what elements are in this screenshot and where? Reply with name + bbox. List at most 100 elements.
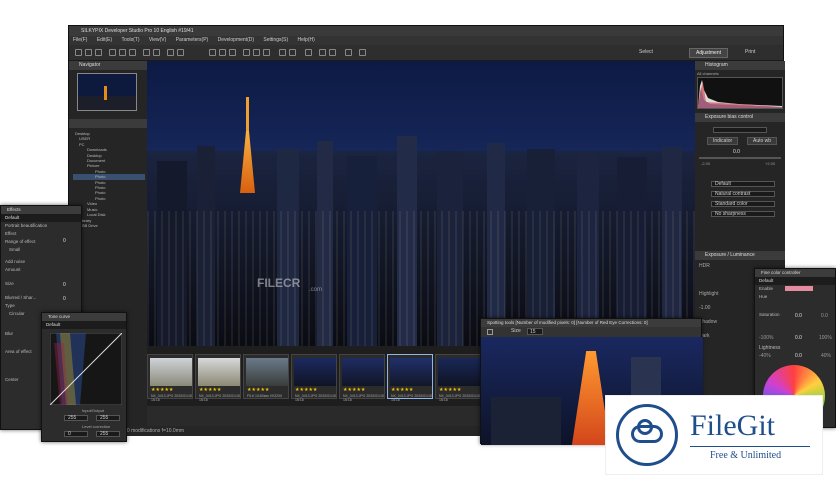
menu-view[interactable]: View(V) — [149, 37, 166, 43]
zoom-out-icon[interactable] — [153, 49, 160, 56]
fine-color-preset[interactable]: Default — [755, 277, 835, 285]
spot-tool-icon[interactable] — [487, 329, 493, 335]
spot-icon[interactable] — [243, 49, 250, 56]
tone-curve-graph[interactable] — [50, 333, 122, 405]
pipette-icon[interactable] — [219, 49, 226, 56]
exposure-slider[interactable] — [699, 157, 781, 159]
brand-tagline: Free & Unlimited — [710, 450, 782, 461]
filegit-logo: FileGit Free & Unlimited — [605, 395, 823, 475]
menu-bar: File(F) Edit(E) Tools(T) View(V) Paramet… — [69, 36, 783, 45]
folder-tree: Desktop USER PC Downloads Desktop Docume… — [73, 131, 145, 228]
amount-label: Amount — [5, 267, 21, 272]
app-title: SILKYPIX Developer Studio Pro 10 English… — [81, 28, 194, 34]
level-low-field[interactable]: 0 — [64, 431, 88, 437]
sharpness-select[interactable]: No sharpness — [711, 211, 775, 217]
thumbnail[interactable]: ★★★★★ NX_0413.JPG 2020/01/15 18:18 — [195, 354, 241, 402]
viewer-watermark: FILECR — [257, 276, 301, 290]
menu-edit[interactable]: Edit(E) — [97, 37, 112, 43]
menu-settings[interactable]: Settings(S) — [263, 37, 288, 43]
text-icon[interactable] — [345, 49, 352, 56]
brush-icon[interactable] — [209, 49, 216, 56]
thumbnail[interactable]: ★★★★★ F5.6 1/160sec ISO200 — [243, 354, 289, 399]
exposure-field[interactable] — [713, 127, 767, 133]
open-icon[interactable] — [75, 49, 82, 56]
level-label: Level correction — [82, 424, 111, 429]
range-label: Range of effect — [5, 239, 36, 244]
thumbnail-selected[interactable]: ★★★★★ NX_0413.JPG 2020/01/15 18:18 — [387, 354, 433, 402]
view-single-icon[interactable] — [109, 49, 116, 56]
color-swatch — [785, 286, 813, 291]
fine-color-header: Fine color controller — [755, 269, 835, 277]
thumbnail[interactable]: ★★★★★ NX_0413.JPG 2020/01/15 18:18 — [339, 354, 385, 402]
viewer-watermark-sub: .com — [309, 287, 323, 293]
view-compare-icon[interactable] — [129, 49, 136, 56]
level-high-field[interactable]: 255 — [96, 431, 120, 437]
thumbnail[interactable]: ★★★★★ NX_0413.JPG 2020/01/15 18:18 — [291, 354, 337, 402]
save-icon[interactable] — [85, 49, 92, 56]
toolbar: Select Adjustment Print — [69, 45, 783, 61]
develop-icon[interactable] — [305, 49, 312, 56]
tone-curve-panel: Tone curve Default Input/Output 255 255 … — [41, 312, 127, 442]
output-field[interactable]: 255 — [96, 415, 120, 421]
preset-select[interactable]: Default — [711, 181, 775, 187]
title-bar: SILKYPIX Developer Studio Pro 10 English… — [69, 26, 783, 36]
menu-development[interactable]: Development(D) — [218, 37, 254, 43]
copy-icon[interactable] — [279, 49, 286, 56]
spotting-header: Spotting tools [Number of modified pixel… — [481, 319, 701, 327]
size-field[interactable]: 15 — [527, 328, 543, 335]
thumbnail[interactable]: ★★★★★ NX_0413.JPG 2020/01/15 18:18 — [147, 354, 193, 402]
menu-parameters[interactable]: Parameters(P) — [176, 37, 209, 43]
size-label: Size — [5, 281, 14, 286]
print-button[interactable]: Print — [745, 49, 755, 55]
undo-icon[interactable] — [253, 49, 260, 56]
adjustment-button[interactable]: Adjustment — [689, 48, 729, 58]
exposure-header: Exposure bias control — [695, 113, 785, 122]
thumbnail[interactable]: ★★★★★ NX_0413.JPG 2020/01/15 18:18 — [435, 354, 481, 402]
select-button[interactable]: Select — [639, 49, 653, 55]
person-icon[interactable] — [359, 49, 366, 56]
color-select[interactable]: Standard color — [711, 201, 775, 207]
redo-icon[interactable] — [263, 49, 270, 56]
zoom-in-icon[interactable] — [143, 49, 150, 56]
channel-label: All channels — [697, 71, 719, 76]
exposure2-header: Exposure / Luminance — [695, 251, 785, 260]
exposure-value: 0.0 — [733, 149, 740, 155]
input-output-label: Input/Output — [82, 408, 105, 413]
saturation-value: 0.0 — [795, 335, 802, 341]
rotate-left-icon[interactable] — [167, 49, 174, 56]
tone-curve-preset[interactable]: Default — [42, 321, 126, 329]
histogram-header: Histogram — [695, 61, 785, 70]
menu-tools[interactable]: Tools(T) — [121, 37, 139, 43]
grid-icon[interactable] — [95, 49, 102, 56]
image-viewer[interactable]: FILECR .com — [147, 61, 695, 346]
lightness-value: 0.0 — [795, 353, 802, 359]
range-value[interactable]: Small — [1, 246, 81, 254]
star-icon[interactable] — [319, 49, 326, 56]
menu-help[interactable]: Help(H) — [298, 37, 315, 43]
tree-item[interactable]: USB Drive — [73, 223, 145, 228]
auto-wb-button[interactable]: Auto wb — [747, 137, 778, 145]
lightness-label: Lightness — [759, 345, 781, 351]
contrast-select[interactable]: Natural contrast — [711, 191, 775, 197]
view-thumb-icon[interactable] — [119, 49, 126, 56]
effects-preset[interactable]: Default — [1, 214, 81, 222]
histogram-graph — [698, 80, 782, 108]
effects-header: Effects — [1, 206, 81, 214]
blurred-label: Blurred / Shar... — [5, 295, 37, 300]
effect-label: Effect — [5, 231, 17, 236]
paste-icon[interactable] — [289, 49, 296, 56]
histogram — [697, 77, 783, 109]
rotate-right-icon[interactable] — [177, 49, 184, 56]
input-field[interactable]: 255 — [64, 415, 88, 421]
crop-icon[interactable] — [229, 49, 236, 56]
hue-value: 0.0 — [795, 313, 802, 319]
menu-file[interactable]: File(F) — [73, 37, 87, 43]
navigator-header: Navigator — [69, 61, 147, 70]
indicator-button[interactable]: Indicator — [707, 137, 739, 145]
compare-icon[interactable] — [329, 49, 336, 56]
minus-one-value: -1.00 — [699, 305, 711, 311]
hue-label: Hue — [759, 294, 768, 299]
size-value: 0 — [63, 296, 66, 302]
hdr-label: HDR — [699, 263, 710, 269]
navigator-thumbnail[interactable] — [77, 73, 137, 111]
